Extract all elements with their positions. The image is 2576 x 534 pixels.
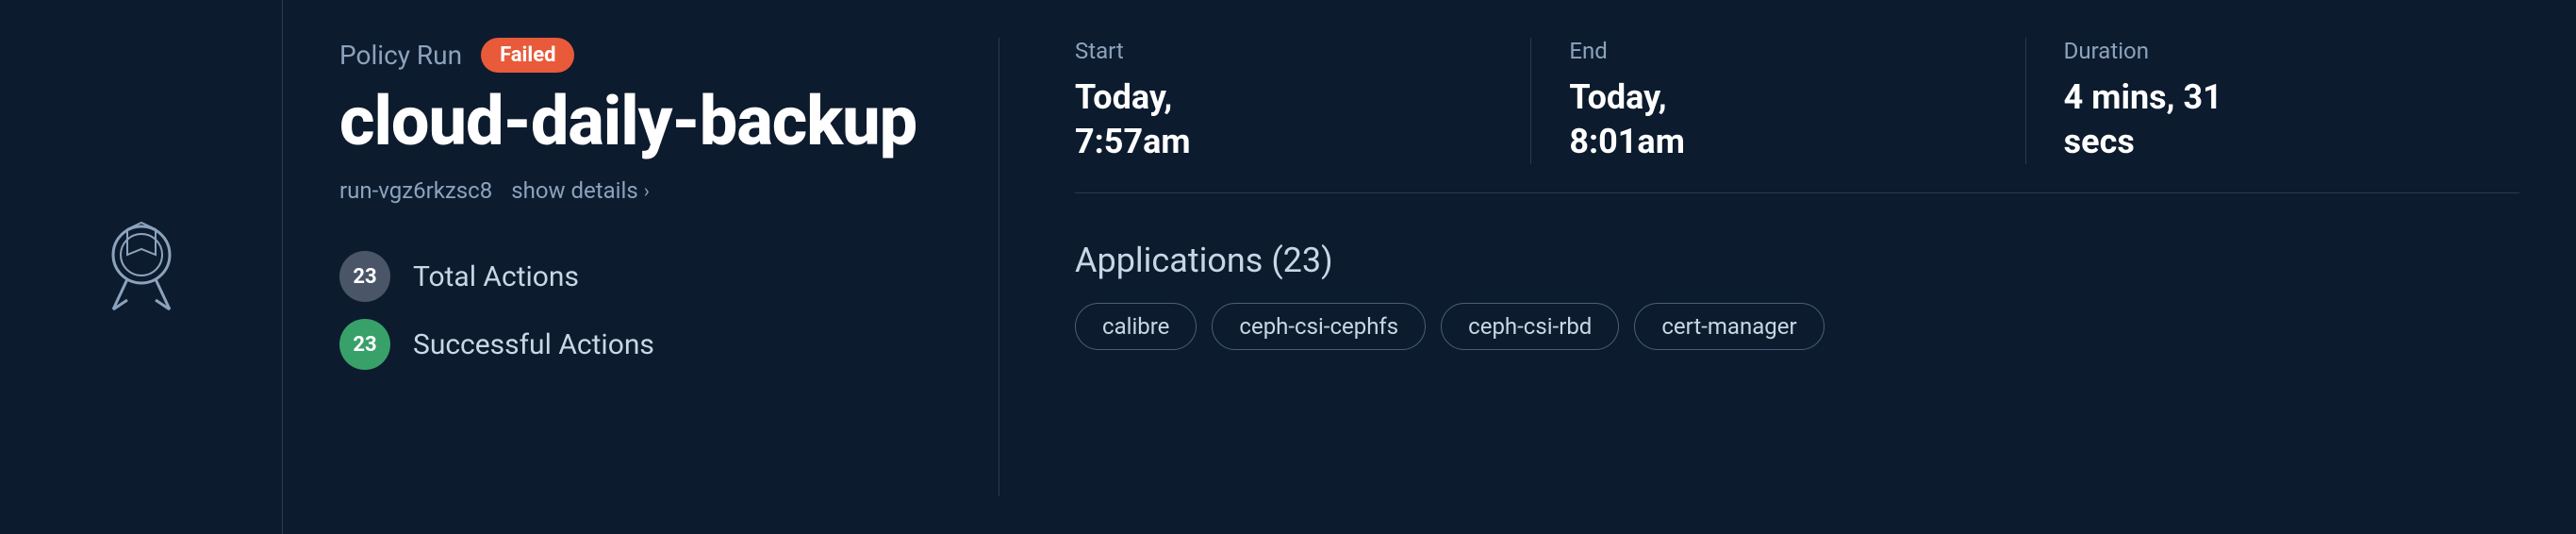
right-info: Start Today,7:57am End Today,8:01am Dura… [999, 38, 2519, 496]
medal-icon [94, 215, 189, 319]
apps-count: (23) [1271, 241, 1332, 280]
app-tag[interactable]: ceph-csi-rbd [1441, 303, 1619, 350]
start-label: Start [1075, 38, 1493, 64]
app-tags-container: calibre ceph-csi-cephfs ceph-csi-rbd cert-m… [1075, 303, 2519, 350]
total-actions-label: Total Actions [413, 260, 579, 293]
main-content: Policy Run Failed cloud-daily-backup run… [283, 0, 2576, 534]
policy-name: cloud-daily-backup [339, 84, 942, 159]
total-actions-stat: 23 Total Actions [339, 251, 942, 302]
end-timing: End Today,8:01am [1530, 38, 2024, 164]
successful-actions-badge: 23 [339, 319, 390, 370]
start-timing: Start Today,7:57am [1075, 38, 1530, 164]
duration-timing: Duration 4 mins, 31secs [2025, 38, 2519, 164]
failed-badge: Failed [481, 38, 574, 73]
policy-header: Policy Run Failed [339, 38, 942, 73]
chevron-right-icon: › [644, 179, 650, 202]
show-details-link[interactable]: show details › [511, 177, 650, 204]
app-tag[interactable]: ceph-csi-cephfs [1212, 303, 1426, 350]
policy-run-label: Policy Run [339, 40, 462, 71]
end-label: End [1569, 38, 1987, 64]
left-panel [0, 0, 283, 534]
duration-label: Duration [2064, 38, 2482, 64]
successful-actions-label: Successful Actions [413, 328, 654, 361]
stats-section: 23 Total Actions 23 Successful Actions [339, 251, 942, 370]
end-value: Today,8:01am [1569, 75, 1987, 164]
start-value: Today,7:57am [1075, 75, 1493, 164]
run-id: run-vgz6rkzsc8 [339, 177, 492, 204]
duration-value: 4 mins, 31secs [2064, 75, 2482, 164]
app-tag[interactable]: calibre [1075, 303, 1197, 350]
policy-meta: run-vgz6rkzsc8 show details › [339, 177, 942, 204]
left-info: Policy Run Failed cloud-daily-backup run… [339, 38, 999, 496]
apps-title: Applications (23) [1075, 241, 2519, 280]
timing-section: Start Today,7:57am End Today,8:01am Dura… [1075, 38, 2519, 193]
apps-section: Applications (23) calibre ceph-csi-cephfs… [1075, 241, 2519, 496]
successful-actions-stat: 23 Successful Actions [339, 319, 942, 370]
total-actions-badge: 23 [339, 251, 390, 302]
app-tag[interactable]: cert-manager [1634, 303, 1824, 350]
